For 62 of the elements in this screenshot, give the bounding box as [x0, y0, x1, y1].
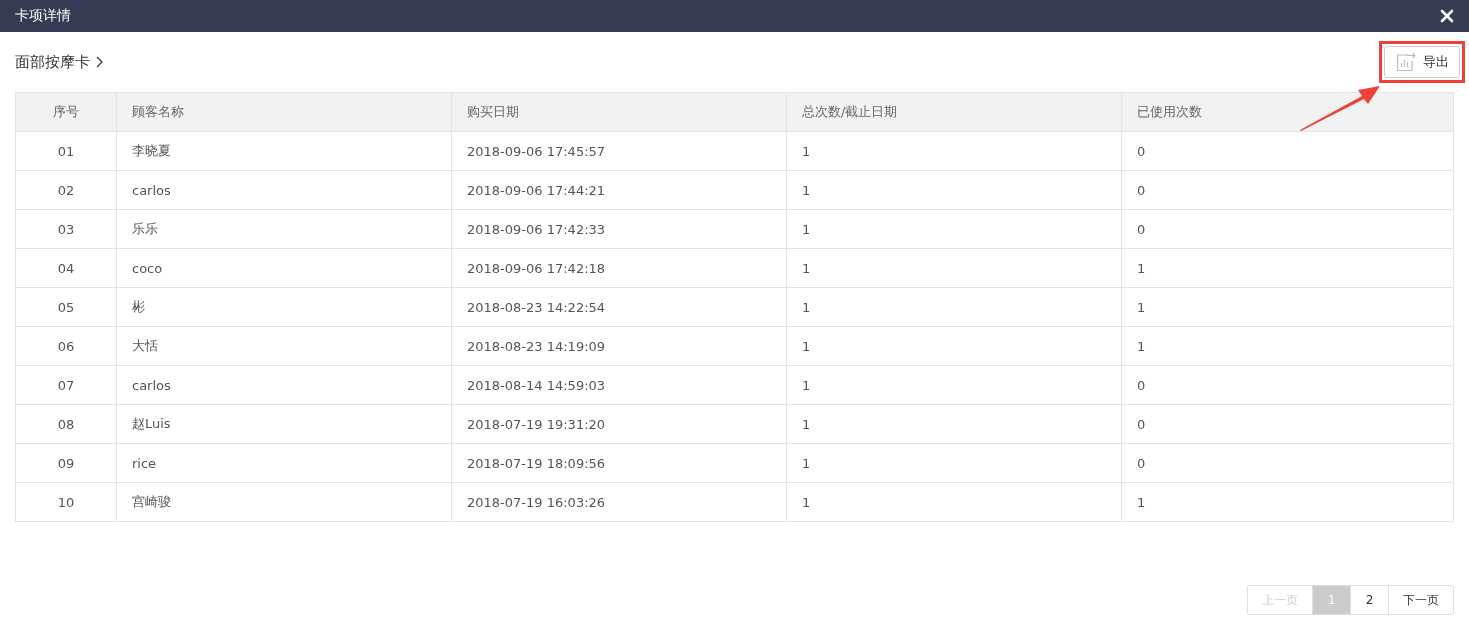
table-cell: 1: [786, 482, 1122, 522]
table-cell: 2018-07-19 18:09:56: [451, 443, 787, 483]
table-cell: 06: [15, 326, 117, 366]
table-cell: 1: [786, 170, 1122, 210]
table-cell: 0: [1121, 404, 1454, 444]
table-cell: 01: [15, 131, 117, 171]
table-cell: 1: [1121, 482, 1454, 522]
table-cell: 10: [15, 482, 117, 522]
table-cell: 2018-08-23 14:19:09: [451, 326, 787, 366]
table-cell: 2018-08-14 14:59:03: [451, 365, 787, 405]
table-cell: 2018-07-19 19:31:20: [451, 404, 787, 444]
table-cell: 李晓夏: [116, 131, 452, 171]
table-cell: 2018-09-06 17:42:18: [451, 248, 787, 288]
column-header: 序号: [15, 92, 117, 132]
table-cell: 1: [786, 404, 1122, 444]
table-cell: 乐乐: [116, 209, 452, 249]
table-cell: 1: [786, 248, 1122, 288]
breadcrumb-link[interactable]: 面部按摩卡: [15, 52, 90, 72]
chevron-right-icon: [96, 56, 103, 68]
next-page-button[interactable]: 下一页: [1388, 586, 1453, 614]
table-cell: 0: [1121, 170, 1454, 210]
column-header: 总次数/截止日期: [786, 92, 1122, 132]
table-cell: 赵Luis: [116, 404, 452, 444]
table-cell: 04: [15, 248, 117, 288]
table-cell: 大恬: [116, 326, 452, 366]
table-cell: 1: [786, 287, 1122, 327]
table-cell: 0: [1121, 443, 1454, 483]
table-cell: 1: [1121, 287, 1454, 327]
table-cell: coco: [116, 248, 452, 288]
table-cell: 0: [1121, 365, 1454, 405]
table-cell: 08: [15, 404, 117, 444]
table-cell: 2018-07-19 16:03:26: [451, 482, 787, 522]
table-cell: 1: [1121, 248, 1454, 288]
table-cell: 2018-09-06 17:42:33: [451, 209, 787, 249]
column-header: 购买日期: [451, 92, 787, 132]
table-cell: 03: [15, 209, 117, 249]
window-title: 卡项详情: [15, 7, 71, 25]
table-cell: 02: [15, 170, 117, 210]
table-cell: 2018-09-06 17:45:57: [451, 131, 787, 171]
column-header: 顾客名称: [116, 92, 452, 132]
export-button[interactable]: 导出: [1384, 46, 1460, 78]
table-cell: 1: [786, 131, 1122, 171]
table-cell: 2018-09-06 17:44:21: [451, 170, 787, 210]
table-cell: 07: [15, 365, 117, 405]
column-header: 已使用次数: [1121, 92, 1454, 132]
table-cell: 0: [1121, 209, 1454, 249]
table-cell: 宫崎骏: [116, 482, 452, 522]
chart-export-icon: [1395, 52, 1417, 72]
table-cell: 1: [786, 365, 1122, 405]
table-cell: 1: [786, 326, 1122, 366]
table-cell: 0: [1121, 131, 1454, 171]
table-cell: carlos: [116, 365, 452, 405]
table-cell: 2018-08-23 14:22:54: [451, 287, 787, 327]
table-cell: 1: [1121, 326, 1454, 366]
table-cell: rice: [116, 443, 452, 483]
table-cell: 09: [15, 443, 117, 483]
close-icon[interactable]: [1440, 9, 1454, 23]
table-cell: 1: [786, 209, 1122, 249]
table-cell: 彬: [116, 287, 452, 327]
table-cell: carlos: [116, 170, 452, 210]
table-cell: 1: [786, 443, 1122, 483]
table-cell: 05: [15, 287, 117, 327]
